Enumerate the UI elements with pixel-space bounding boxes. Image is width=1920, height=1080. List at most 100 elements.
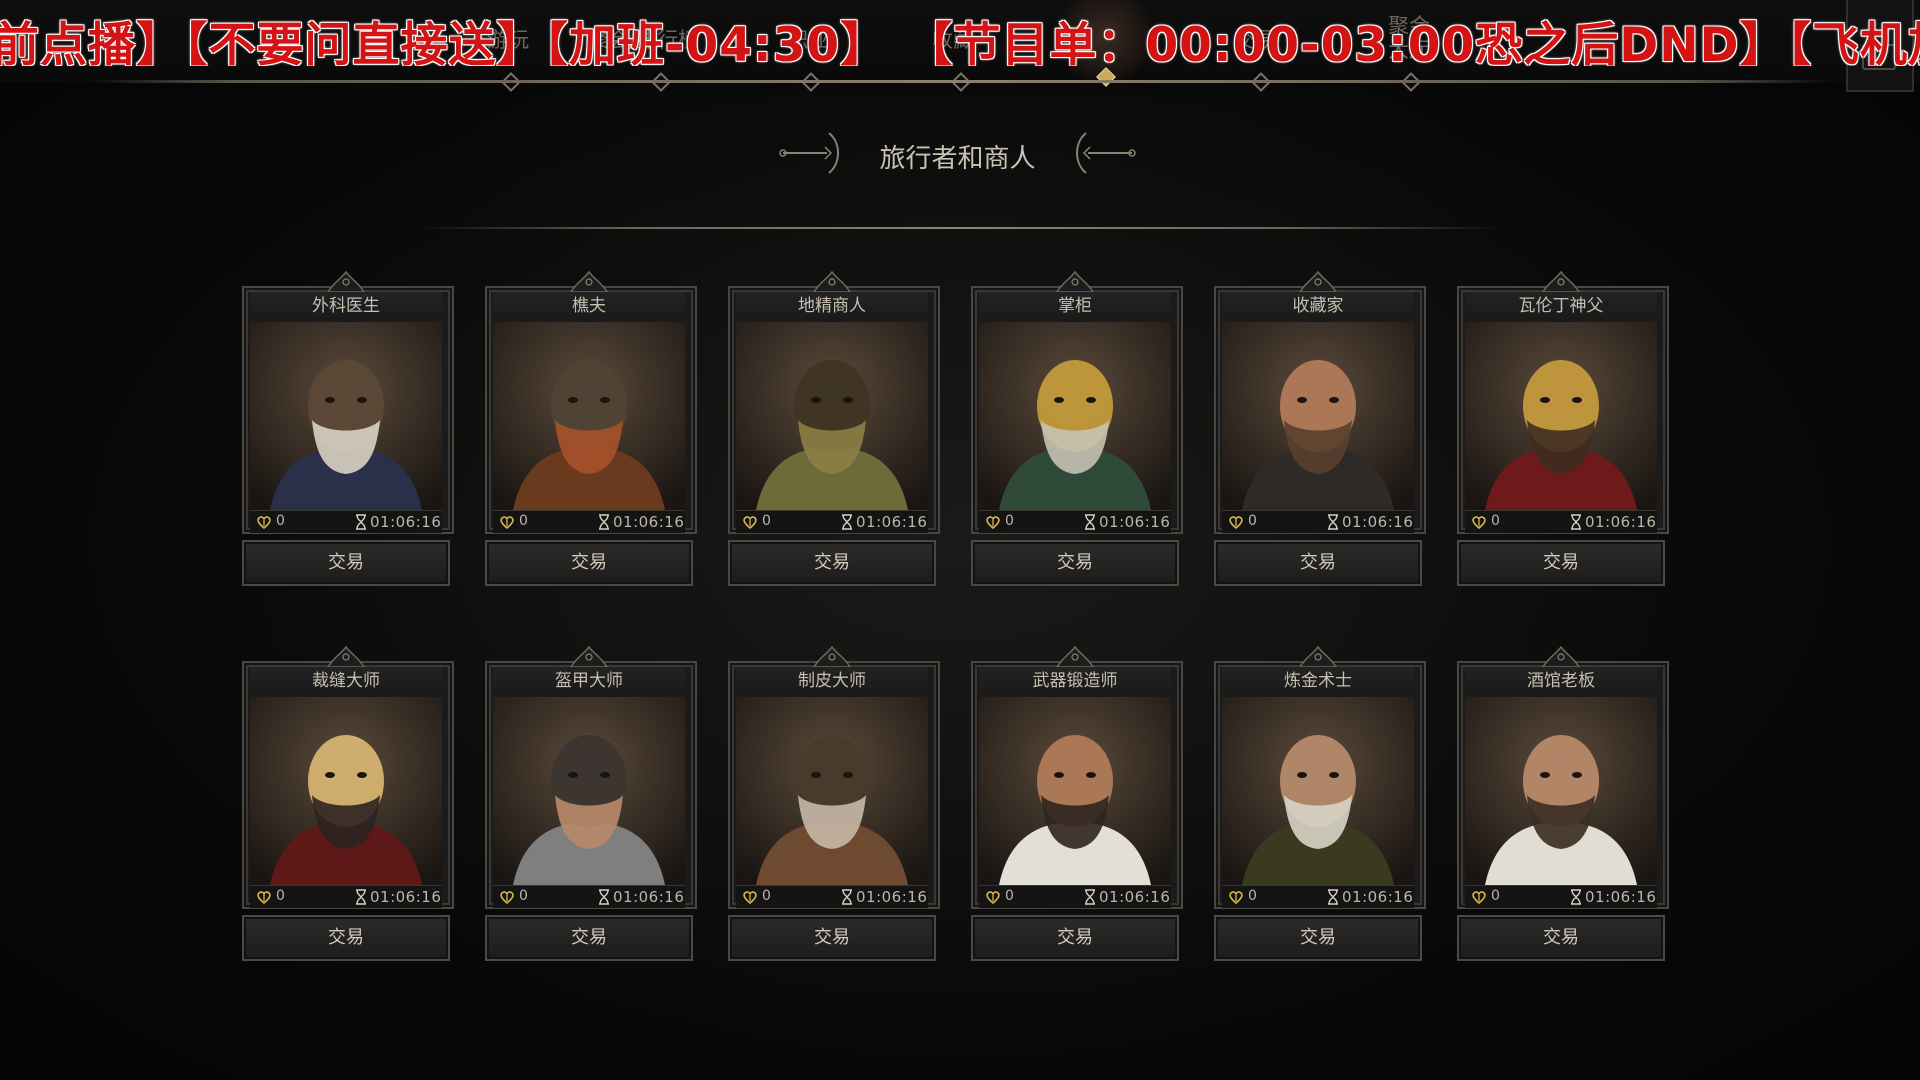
trade-button[interactable]: 交易 [485,915,693,961]
affinity-heart-icon [257,891,271,905]
merchant-card[interactable]: 盔甲大师 0 01:06:16 交易 [485,633,697,963]
restock-timer: 01:06:16 [1585,888,1657,906]
merchant-portrait[interactable] [250,697,442,885]
affinity-heart-icon [743,891,757,905]
affinity-count: 0 [519,888,528,904]
affinity-count: 0 [1491,513,1500,529]
merchant-portrait[interactable] [979,697,1171,885]
affinity-count: 0 [762,513,771,529]
section-header: 旅行者和商人 [779,125,1136,181]
crest-ornament-icon [812,645,852,668]
trade-button[interactable]: 交易 [1214,915,1422,961]
crest-ornament-icon [812,270,852,293]
affinity-count: 0 [276,888,285,904]
restock-timer: 01:06:16 [856,888,928,906]
restock-timer: 01:06:16 [1342,513,1414,531]
trade-button[interactable]: 交易 [728,540,936,586]
restock-timer: 01:06:16 [613,513,685,531]
trade-button[interactable]: 交易 [971,915,1179,961]
ticker-text: 前点播】【不要问直接送】【加班-04:30】 【节目单：00:00-03:00恐… [0,18,1920,66]
trade-button[interactable]: 交易 [485,540,693,586]
merchant-card[interactable]: 武器锻造师 0 01:06:16 交易 [971,633,1183,963]
crest-ornament-icon [569,645,609,668]
merchant-name: 炼金术士 [1222,667,1414,695]
crest-ornament-icon [1541,645,1581,668]
crest-ornament-icon [1298,270,1338,293]
affinity-heart-icon [743,516,757,530]
merchant-stats: 0 01:06:16 [250,510,442,533]
merchant-name: 掌柜 [979,292,1171,320]
affinity-heart-icon [1229,516,1243,530]
affinity-count: 0 [1005,513,1014,529]
title-divider [420,227,1500,229]
merchant-card[interactable]: 酒馆老板 0 01:06:16 交易 [1457,633,1669,963]
trade-button[interactable]: 交易 [242,915,450,961]
title-ornament-right-icon [1076,132,1136,174]
trade-button[interactable]: 交易 [1457,540,1665,586]
merchant-card[interactable]: 制皮大师 0 01:06:16 交易 [728,633,940,963]
restock-timer: 01:06:16 [370,513,442,531]
stream-ticker-banner: 前点播】【不要问直接送】【加班-04:30】 【节目单：00:00-03:00恐… [0,6,1920,66]
merchant-name: 地精商人 [736,292,928,320]
hourglass-icon [1571,514,1581,530]
affinity-count: 0 [276,513,285,529]
merchant-portrait[interactable] [1465,697,1657,885]
merchant-portrait[interactable] [493,322,685,510]
crest-ornament-icon [326,270,366,293]
merchant-portrait[interactable] [736,322,928,510]
merchant-portrait[interactable] [1222,697,1414,885]
merchant-card[interactable]: 裁缝大师 0 01:06:16 交易 [242,633,454,963]
restock-timer: 01:06:16 [1099,888,1171,906]
merchant-card[interactable]: 地精商人 0 01:06:16 交易 [728,258,940,588]
trade-button[interactable]: 交易 [1214,540,1422,586]
affinity-count: 0 [1491,888,1500,904]
merchant-card[interactable]: 瓦伦丁神父 0 01:06:16 交易 [1457,258,1669,588]
affinity-heart-icon [257,516,271,530]
merchant-name: 制皮大师 [736,667,928,695]
merchant-name: 外科医生 [250,292,442,320]
hourglass-icon [1571,889,1581,905]
merchant-card[interactable]: 收藏家 0 01:06:16 交易 [1214,258,1426,588]
hourglass-icon [1085,889,1095,905]
hourglass-icon [1085,514,1095,530]
crest-ornament-icon [1298,645,1338,668]
affinity-heart-icon [1229,891,1243,905]
trade-button[interactable]: 交易 [1457,915,1665,961]
trade-button[interactable]: 交易 [971,540,1179,586]
hourglass-icon [1328,514,1338,530]
hourglass-icon [599,514,609,530]
affinity-count: 0 [1005,888,1014,904]
restock-timer: 01:06:16 [1099,513,1171,531]
hourglass-icon [1328,889,1338,905]
merchant-portrait[interactable] [736,697,928,885]
hourglass-icon [356,889,366,905]
merchant-card[interactable]: 樵夫 0 01:06:16 交易 [485,258,697,588]
merchant-portrait[interactable] [979,322,1171,510]
affinity-heart-icon [986,891,1000,905]
merchant-stats: 0 01:06:16 [1465,510,1657,533]
merchant-name: 盔甲大师 [493,667,685,695]
affinity-count: 0 [762,888,771,904]
merchant-card[interactable]: 掌柜 0 01:06:16 交易 [971,258,1183,588]
merchant-portrait[interactable] [493,697,685,885]
merchant-stats: 0 01:06:16 [979,510,1171,533]
merchant-name: 樵夫 [493,292,685,320]
crest-ornament-icon [1055,270,1095,293]
restock-timer: 01:06:16 [1585,513,1657,531]
merchant-portrait[interactable] [250,322,442,510]
merchant-stats: 0 01:06:16 [736,885,928,908]
affinity-heart-icon [986,516,1000,530]
trade-button[interactable]: 交易 [242,540,450,586]
merchant-name: 武器锻造师 [979,667,1171,695]
merchant-portrait[interactable] [1465,322,1657,510]
merchant-portrait[interactable] [1222,322,1414,510]
trade-button[interactable]: 交易 [728,915,936,961]
affinity-heart-icon [500,516,514,530]
merchant-name: 酒馆老板 [1465,667,1657,695]
merchant-stats: 0 01:06:16 [493,885,685,908]
merchant-card[interactable]: 炼金术士 0 01:06:16 交易 [1214,633,1426,963]
merchant-stats: 0 01:06:16 [1222,510,1414,533]
merchant-card[interactable]: 外科医生 0 01:06:16 交易 [242,258,454,588]
merchant-name: 收藏家 [1222,292,1414,320]
merchant-stats: 0 01:06:16 [250,885,442,908]
